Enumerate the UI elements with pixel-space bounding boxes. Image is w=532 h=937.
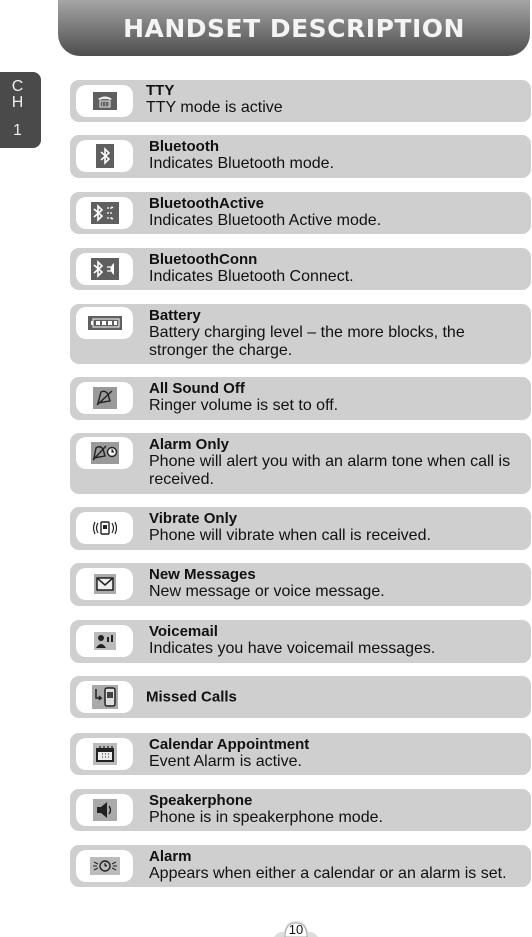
voicemail-icon: [93, 632, 116, 650]
list-item: Missed Calls: [70, 676, 531, 718]
icon-box: [76, 140, 133, 172]
item-title: All Sound Off: [149, 380, 245, 397]
tty-icon: [92, 92, 117, 110]
list-item: Vibrate Only Phone will vibrate when cal…: [70, 507, 531, 550]
item-description: Event Alarm is active.: [149, 753, 302, 770]
page-header: HANDSET DESCRIPTION: [58, 0, 530, 56]
icon-box: [76, 85, 133, 117]
item-description: Phone is in speakerphone mode.: [149, 809, 383, 826]
item-description: Indicates Bluetooth Active mode.: [149, 212, 382, 229]
chapter-tab-number: 1: [13, 122, 22, 139]
list-item: All Sound Off Ringer volume is set to of…: [70, 377, 531, 420]
item-title: Speakerphone: [149, 792, 253, 809]
item-description: Indicates you have voicemail messages.: [149, 640, 436, 657]
page-title: HANDSET DESCRIPTION: [123, 14, 465, 43]
item-title: BluetoothActive: [149, 195, 265, 212]
icon-box: [76, 307, 133, 339]
vibrate-only-icon: [91, 518, 118, 538]
list-item: Calendar Appointment Event Alarm is acti…: [70, 733, 531, 775]
item-title: Alarm Only: [149, 436, 230, 453]
item-title: Alarm: [149, 848, 192, 865]
icon-box: [76, 568, 133, 600]
page-number-badge: 10: [272, 919, 320, 937]
icon-box: [76, 794, 133, 826]
bluetooth-icon: [95, 144, 114, 168]
icon-box: [76, 625, 133, 657]
all-sound-off-icon: [92, 387, 117, 409]
chapter-tab-letter-h: H: [11, 94, 24, 111]
calendar-icon: [92, 743, 117, 765]
list-item: BluetoothActive Indicates Bluetooth Acti…: [70, 192, 531, 234]
item-title: Battery: [149, 307, 201, 324]
item-title: New Messages: [149, 566, 256, 583]
list-item: Alarm Only Phone will alert you with an …: [70, 433, 531, 494]
icon-box: [76, 437, 133, 469]
item-description: Phone will vibrate when call is received…: [149, 527, 431, 544]
icon-box: [76, 253, 133, 285]
new-message-icon: [93, 574, 116, 594]
item-description: Phone will alert you with an alarm tone …: [149, 453, 511, 488]
item-description: TTY mode is active: [146, 99, 283, 116]
icon-box: [76, 850, 133, 882]
item-title: BluetoothConn: [149, 251, 258, 268]
item-description: Appears when either a calendar or an ala…: [149, 865, 507, 882]
item-title: Bluetooth: [149, 138, 219, 155]
item-description: Indicates Bluetooth mode.: [149, 155, 335, 172]
item-description: New message or voice message.: [149, 583, 385, 600]
icon-box: [76, 382, 133, 414]
chapter-tab-letter-c: C: [11, 78, 24, 95]
speakerphone-icon: [92, 799, 117, 821]
chapter-tab: C H 1: [0, 72, 41, 148]
bluetooth-active-icon: [90, 202, 119, 224]
page-number: 10: [288, 922, 304, 937]
battery-icon: [87, 316, 122, 330]
list-item: Battery Battery charging level – the mor…: [70, 304, 531, 364]
list-item: BluetoothConn Indicates Bluetooth Connec…: [70, 248, 531, 290]
item-description: Indicates Bluetooth Connect.: [149, 268, 354, 285]
list-item: Speakerphone Phone is in speakerphone mo…: [70, 789, 531, 831]
alarm-clock-icon: [89, 857, 120, 875]
item-description: Battery charging level – the more blocks…: [149, 324, 465, 359]
item-description: Ringer volume is set to off.: [149, 397, 339, 414]
list-item: Alarm Appears when either a calendar or …: [70, 845, 531, 887]
icon-box: [76, 738, 133, 770]
list-item: Voicemail Indicates you have voicemail m…: [70, 620, 531, 663]
bluetooth-connect-icon: [90, 258, 119, 280]
item-title: Missed Calls: [146, 688, 237, 706]
icon-box: [76, 681, 133, 713]
item-title: Calendar Appointment: [149, 736, 310, 753]
item-title: Vibrate Only: [149, 510, 238, 527]
list-item: New Messages New message or voice messag…: [70, 563, 531, 606]
missed-calls-icon: [91, 685, 118, 709]
icon-box: [76, 512, 133, 544]
item-title: TTY: [146, 82, 175, 99]
alarm-only-icon: [90, 442, 119, 464]
list-item: Bluetooth Indicates Bluetooth mode.: [70, 135, 531, 178]
item-title: Voicemail: [149, 623, 218, 640]
icon-box: [76, 197, 133, 229]
list-item: TTY TTY mode is active: [70, 80, 531, 122]
